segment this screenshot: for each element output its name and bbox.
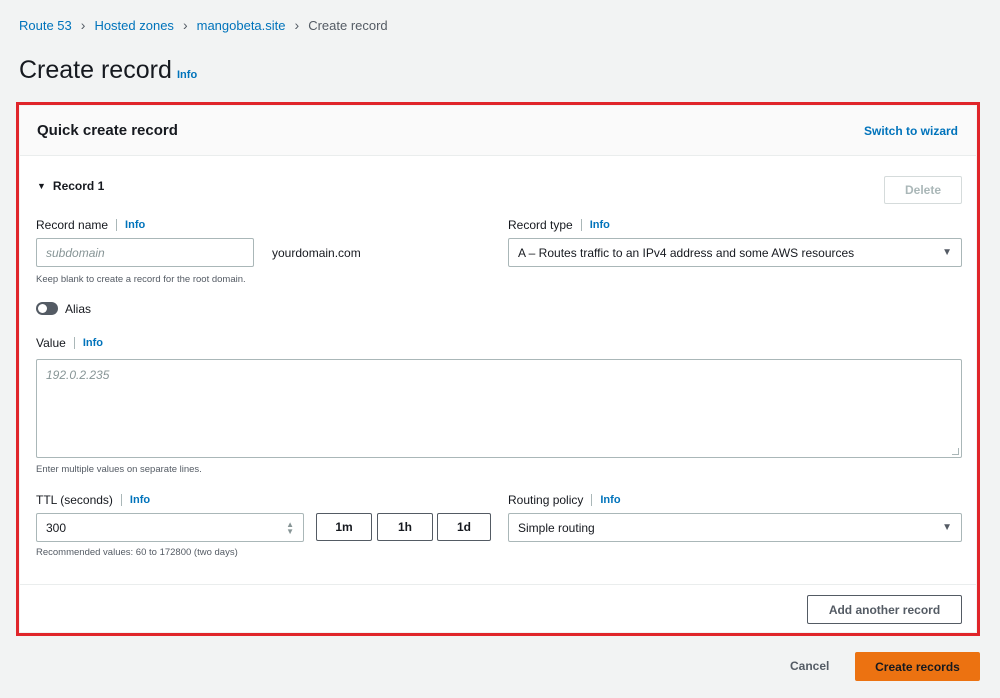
- chevron-right-icon: ›: [294, 17, 300, 33]
- page-title: Create record: [19, 56, 172, 84]
- breadcrumb: Route 53 › Hosted zones › mangobeta.site…: [19, 17, 388, 33]
- chevron-right-icon: ›: [80, 17, 86, 33]
- breadcrumb-route53[interactable]: Route 53: [19, 18, 72, 33]
- breadcrumb-domain[interactable]: mangobeta.site: [197, 18, 286, 33]
- page-info-link[interactable]: Info: [177, 69, 197, 81]
- breadcrumb-current: Create record: [308, 17, 388, 33]
- breadcrumb-hosted-zones[interactable]: Hosted zones: [94, 18, 174, 33]
- cancel-button[interactable]: Cancel: [790, 659, 829, 673]
- highlight-frame: [16, 102, 980, 636]
- chevron-right-icon: ›: [182, 17, 188, 33]
- create-records-button[interactable]: Create records: [855, 652, 980, 681]
